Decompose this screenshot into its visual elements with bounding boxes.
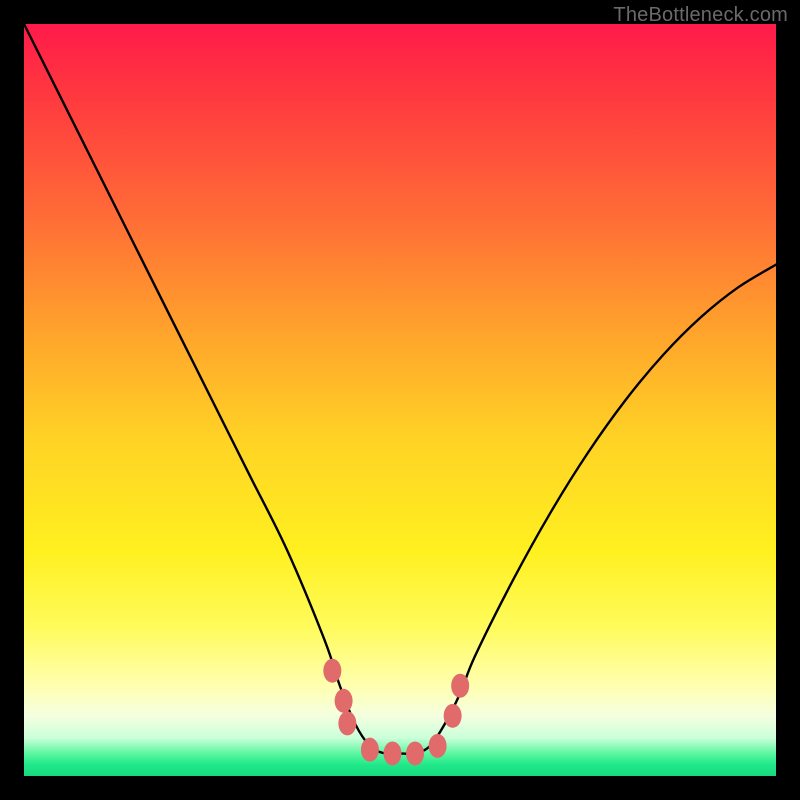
highlight-dot — [444, 704, 462, 728]
watermark-text: TheBottleneck.com — [613, 4, 788, 27]
highlight-dot — [338, 711, 356, 735]
highlight-dot — [451, 674, 469, 698]
highlight-markers — [323, 659, 469, 766]
bottleneck-curve — [24, 24, 776, 754]
highlight-dot — [406, 741, 424, 765]
highlight-dot — [335, 689, 353, 713]
highlight-dot — [383, 741, 401, 765]
highlight-dot — [361, 738, 379, 762]
highlight-dot — [429, 734, 447, 758]
plot-area — [24, 24, 776, 776]
chart-svg — [24, 24, 776, 776]
highlight-dot — [323, 659, 341, 683]
